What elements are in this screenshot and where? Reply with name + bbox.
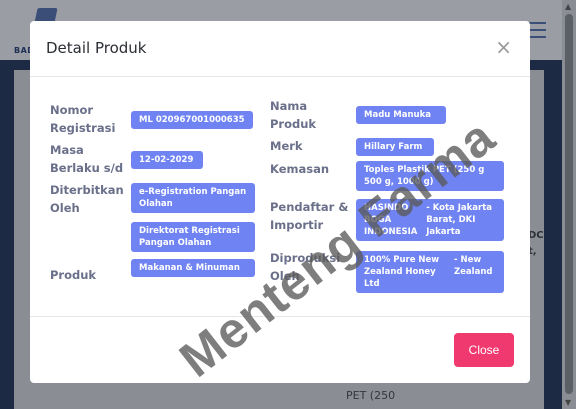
masa-berlaku-value: 12-02-2029 bbox=[131, 151, 203, 169]
produk-value: Makanan & Minuman bbox=[131, 259, 255, 277]
masa-berlaku-label: Masa Berlaku s/d bbox=[50, 143, 124, 175]
page-scrollbar[interactable]: ▲ ▼ bbox=[562, 0, 576, 409]
scrollbar-thumb[interactable] bbox=[565, 14, 573, 394]
nama-produk-value: Madu Manuka bbox=[356, 106, 446, 124]
close-icon[interactable]: × bbox=[495, 37, 512, 57]
modal-footer-divider bbox=[30, 316, 530, 317]
merk-label: Merk bbox=[270, 139, 303, 153]
kemasan-label: Kemasan bbox=[270, 162, 330, 176]
background-side-text: DC t, bbox=[528, 230, 544, 257]
modal-title: Detail Produk bbox=[46, 39, 147, 57]
diterbitkan-oleh-label: Diterbitkan Oleh bbox=[50, 183, 124, 215]
diterbitkan-oleh-value-1: e-Registration Pangan Olahan bbox=[131, 183, 255, 213]
scroll-down-icon[interactable]: ▼ bbox=[565, 398, 571, 407]
nomor-registrasi-value: ML 020967001000635 bbox=[131, 111, 253, 129]
produk-label: Produk bbox=[50, 268, 97, 282]
scroll-up-icon[interactable]: ▲ bbox=[565, 2, 571, 11]
diproduksi-oleh-value: 100% Pure New Zealand Honey Ltd - New Ze… bbox=[356, 251, 504, 293]
kemasan-value: Toples Plastik PET (250 g 500 g, 1000 g) bbox=[356, 161, 504, 191]
pendaftar-importir-value: HASINDO BOGA INDONESIA - Kota Jakarta Ba… bbox=[356, 199, 504, 241]
nomor-registrasi-label: Nomor Registrasi bbox=[50, 103, 116, 135]
background-bottom-text: PET (250 bbox=[346, 389, 396, 402]
close-button[interactable]: Close bbox=[454, 333, 514, 367]
diproduksi-oleh-label: Diproduksi Oleh bbox=[270, 251, 341, 283]
pendaftar-importir-label: Pendaftar & Importir bbox=[270, 200, 349, 232]
merk-value: Hillary Farm bbox=[356, 138, 434, 156]
nama-produk-label: Nama Produk bbox=[270, 99, 317, 131]
diterbitkan-oleh-value-2: Direktorat Registrasi Pangan Olahan bbox=[131, 222, 255, 252]
detail-produk-modal: Detail Produk × Nomor Registrasi ML 0209… bbox=[30, 21, 530, 388]
modal-header: Detail Produk × bbox=[30, 21, 530, 77]
